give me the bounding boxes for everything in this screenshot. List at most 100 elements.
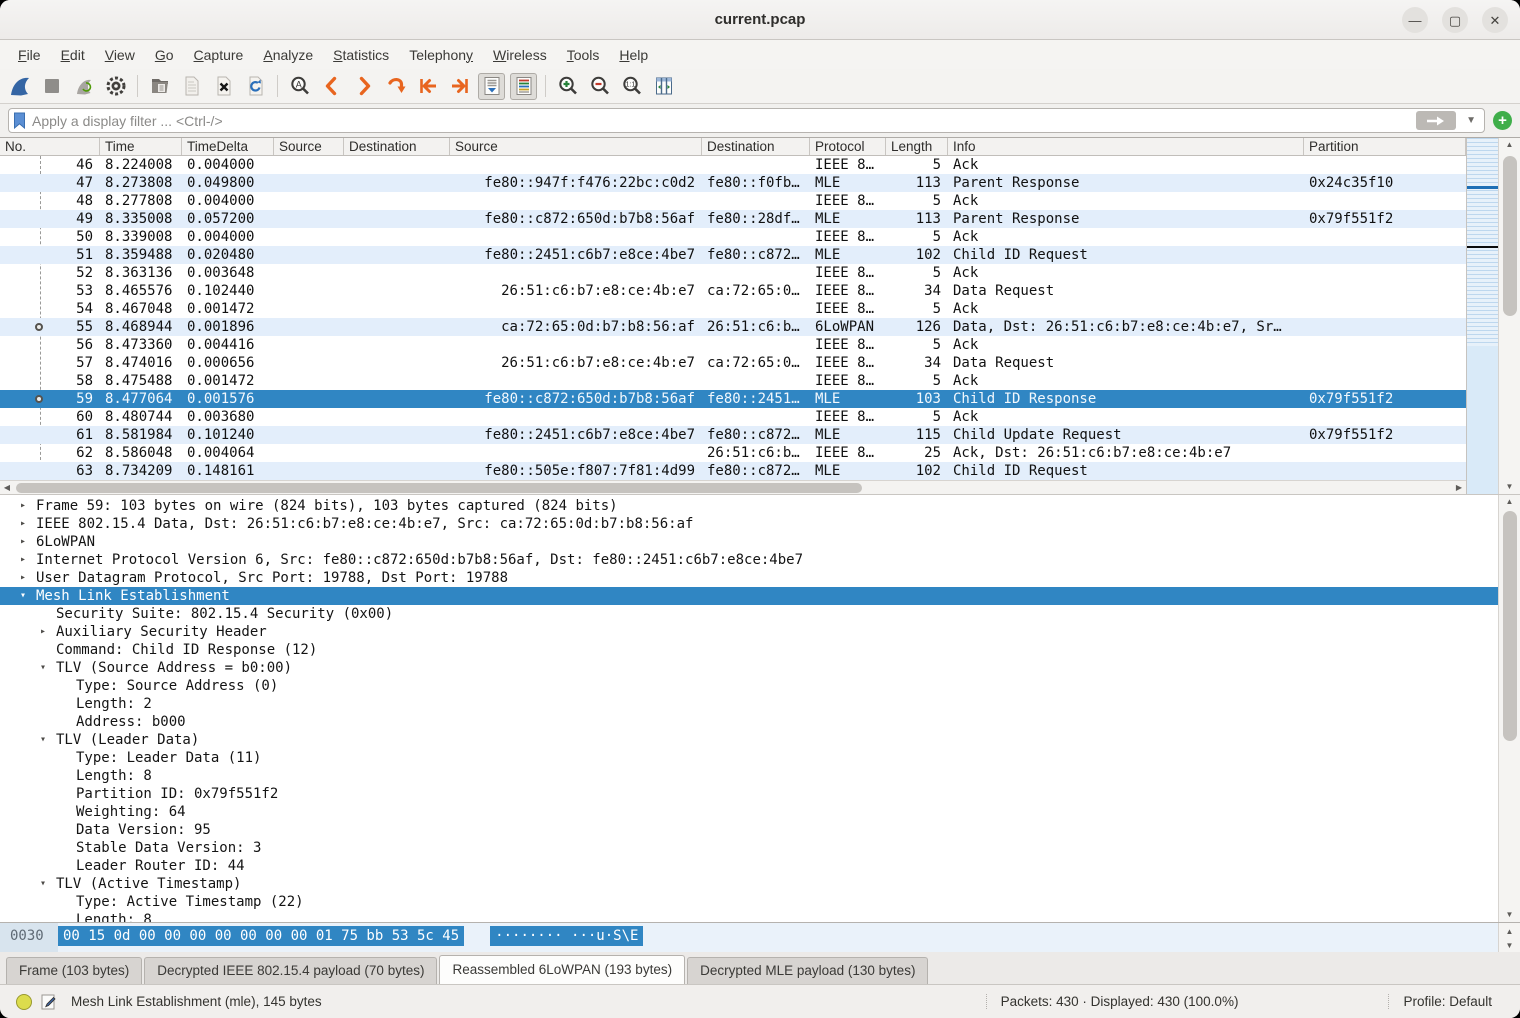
- detail-line[interactable]: Command: Child ID Response (12): [0, 641, 1498, 659]
- capture-comment-icon[interactable]: [40, 993, 57, 1011]
- menu-item[interactable]: Wireless: [483, 44, 557, 66]
- packet-row[interactable]: 48 8.277808 0.004000 IEEE 8… 5 Ack: [0, 192, 1466, 210]
- detail-line[interactable]: Length: 8: [0, 911, 1498, 922]
- expander-icon[interactable]: ▾: [40, 875, 56, 893]
- vscroll-thumb[interactable]: [1503, 511, 1517, 741]
- colorize-icon[interactable]: [510, 73, 537, 100]
- packet-row[interactable]: 51 8.359488 0.020480 fe80::2451:c6b7:e8c…: [0, 246, 1466, 264]
- hex-ascii-selected[interactable]: ········ ···u·S\E: [490, 926, 643, 946]
- detail-line[interactable]: Type: Leader Data (11): [0, 749, 1498, 767]
- packet-row[interactable]: 60 8.480744 0.003680 IEEE 8… 5 Ack: [0, 408, 1466, 426]
- packet-minimap[interactable]: [1466, 138, 1498, 494]
- expander-icon[interactable]: [60, 767, 76, 785]
- scroll-left-arrow[interactable]: ◀: [0, 483, 14, 492]
- expander-icon[interactable]: [60, 821, 76, 839]
- detail-line[interactable]: ▸ Internet Protocol Version 6, Src: fe80…: [0, 551, 1498, 569]
- expander-icon[interactable]: [60, 911, 76, 922]
- scroll-right-arrow[interactable]: ▶: [1452, 483, 1466, 492]
- expander-icon[interactable]: ▸: [20, 569, 36, 587]
- byte-view-tab[interactable]: Decrypted IEEE 802.15.4 payload (70 byte…: [144, 957, 437, 984]
- expander-icon[interactable]: [60, 893, 76, 911]
- menu-item[interactable]: Statistics: [323, 44, 399, 66]
- packet-row[interactable]: 47 8.273808 0.049800 fe80::947f:f476:22b…: [0, 174, 1466, 192]
- detail-line[interactable]: Stable Data Version: 3: [0, 839, 1498, 857]
- menu-item[interactable]: Tools: [557, 44, 610, 66]
- menu-item[interactable]: Analyze: [253, 44, 323, 66]
- column-header[interactable]: Destination: [344, 138, 450, 155]
- detail-line[interactable]: ▸ Frame 59: 103 bytes on wire (824 bits)…: [0, 497, 1498, 515]
- detail-line[interactable]: Data Version: 95: [0, 821, 1498, 839]
- detail-line[interactable]: Address: b000: [0, 713, 1498, 731]
- expander-icon[interactable]: ▸: [40, 623, 56, 641]
- menu-item[interactable]: Telephony: [399, 44, 483, 66]
- vscroll-thumb[interactable]: [1503, 156, 1517, 316]
- expander-icon[interactable]: [60, 839, 76, 857]
- open-file-icon[interactable]: [146, 73, 173, 100]
- packet-row[interactable]: 56 8.473360 0.004416 IEEE 8… 5 Ack: [0, 336, 1466, 354]
- expander-icon[interactable]: ▾: [40, 659, 56, 677]
- add-filter-button[interactable]: +: [1493, 111, 1512, 130]
- go-to-packet-icon[interactable]: [382, 73, 409, 100]
- column-header[interactable]: TimeDelta: [182, 138, 274, 155]
- packet-row[interactable]: 50 8.339008 0.004000 IEEE 8… 5 Ack: [0, 228, 1466, 246]
- hex-row[interactable]: 0030 00 15 0d 00 00 00 00 00 00 00 01 75…: [0, 926, 1498, 946]
- expander-icon[interactable]: [60, 749, 76, 767]
- capture-stop-icon[interactable]: [38, 73, 65, 100]
- expander-icon[interactable]: ▸: [20, 533, 36, 551]
- apply-filter-button[interactable]: [1416, 111, 1456, 130]
- column-header[interactable]: Destination: [702, 138, 810, 155]
- expander-icon[interactable]: ▸: [20, 551, 36, 569]
- close-button[interactable]: ✕: [1482, 7, 1508, 33]
- column-header[interactable]: Source: [274, 138, 344, 155]
- scroll-down-arrow[interactable]: ▼: [1506, 908, 1514, 922]
- find-packet-icon[interactable]: A: [286, 73, 313, 100]
- expander-icon[interactable]: [60, 857, 76, 875]
- packet-row[interactable]: 53 8.465576 0.102440 26:51:c6:b7:e8:ce:4…: [0, 282, 1466, 300]
- expander-icon[interactable]: ▸: [20, 515, 36, 533]
- save-file-icon[interactable]: [178, 73, 205, 100]
- scroll-up-arrow[interactable]: ▲: [1506, 495, 1514, 509]
- hex-vscrollbar[interactable]: ▲ ▼: [1498, 923, 1520, 952]
- packet-row[interactable]: 55 8.468944 0.001896 ca:72:65:0d:b7:b8:5…: [0, 318, 1466, 336]
- go-back-icon[interactable]: [318, 73, 345, 100]
- expert-info-icon[interactable]: [16, 994, 32, 1010]
- scroll-down-arrow[interactable]: ▼: [1506, 939, 1514, 952]
- byte-view-tab[interactable]: Frame (103 bytes): [6, 957, 142, 984]
- wireshark-start-icon[interactable]: [6, 73, 33, 100]
- column-header[interactable]: Info: [948, 138, 1304, 155]
- packet-row[interactable]: 58 8.475488 0.001472 IEEE 8… 5 Ack: [0, 372, 1466, 390]
- bookmark-icon[interactable]: [13, 112, 26, 129]
- expander-icon[interactable]: ▸: [20, 497, 36, 515]
- packet-row[interactable]: 49 8.335008 0.057200 fe80::c872:650d:b7b…: [0, 210, 1466, 228]
- scroll-up-arrow[interactable]: ▲: [1506, 925, 1514, 939]
- detail-line[interactable]: Type: Source Address (0): [0, 677, 1498, 695]
- column-header[interactable]: Time: [100, 138, 182, 155]
- detail-line[interactable]: Length: 8: [0, 767, 1498, 785]
- go-forward-icon[interactable]: [350, 73, 377, 100]
- close-file-icon[interactable]: [210, 73, 237, 100]
- detail-line[interactable]: ▾ TLV (Source Address = b0:00): [0, 659, 1498, 677]
- go-first-icon[interactable]: [414, 73, 441, 100]
- zoom-in-icon[interactable]: [554, 73, 581, 100]
- capture-options-icon[interactable]: [102, 73, 129, 100]
- zoom-out-icon[interactable]: [586, 73, 613, 100]
- expander-icon[interactable]: [60, 713, 76, 731]
- minimize-button[interactable]: —: [1402, 7, 1428, 33]
- hscroll-thumb[interactable]: [16, 483, 862, 493]
- detail-line[interactable]: ▸ IEEE 802.15.4 Data, Dst: 26:51:c6:b7:e…: [0, 515, 1498, 533]
- expander-icon[interactable]: [60, 677, 76, 695]
- packet-list-vscrollbar[interactable]: ▲ ▼: [1498, 138, 1520, 494]
- expander-icon[interactable]: [40, 605, 56, 623]
- scroll-up-arrow[interactable]: ▲: [1506, 138, 1514, 152]
- menu-item[interactable]: Help: [609, 44, 658, 66]
- packet-row[interactable]: 52 8.363136 0.003648 IEEE 8… 5 Ack: [0, 264, 1466, 282]
- zoom-original-icon[interactable]: 1:1: [618, 73, 645, 100]
- packet-row[interactable]: 54 8.467048 0.001472 IEEE 8… 5 Ack: [0, 300, 1466, 318]
- packet-row[interactable]: 62 8.586048 0.004064 26:51:c6:b… IEEE 8……: [0, 444, 1466, 462]
- detail-line[interactable]: ▾ TLV (Leader Data): [0, 731, 1498, 749]
- detail-line[interactable]: Weighting: 64: [0, 803, 1498, 821]
- display-filter-input[interactable]: Apply a display filter ... <Ctrl-/> ▼: [8, 108, 1485, 133]
- byte-view-tab[interactable]: Reassembled 6LoWPAN (193 bytes): [439, 955, 685, 984]
- menu-item[interactable]: View: [95, 44, 145, 66]
- packet-row[interactable]: 57 8.474016 0.000656 26:51:c6:b7:e8:ce:4…: [0, 354, 1466, 372]
